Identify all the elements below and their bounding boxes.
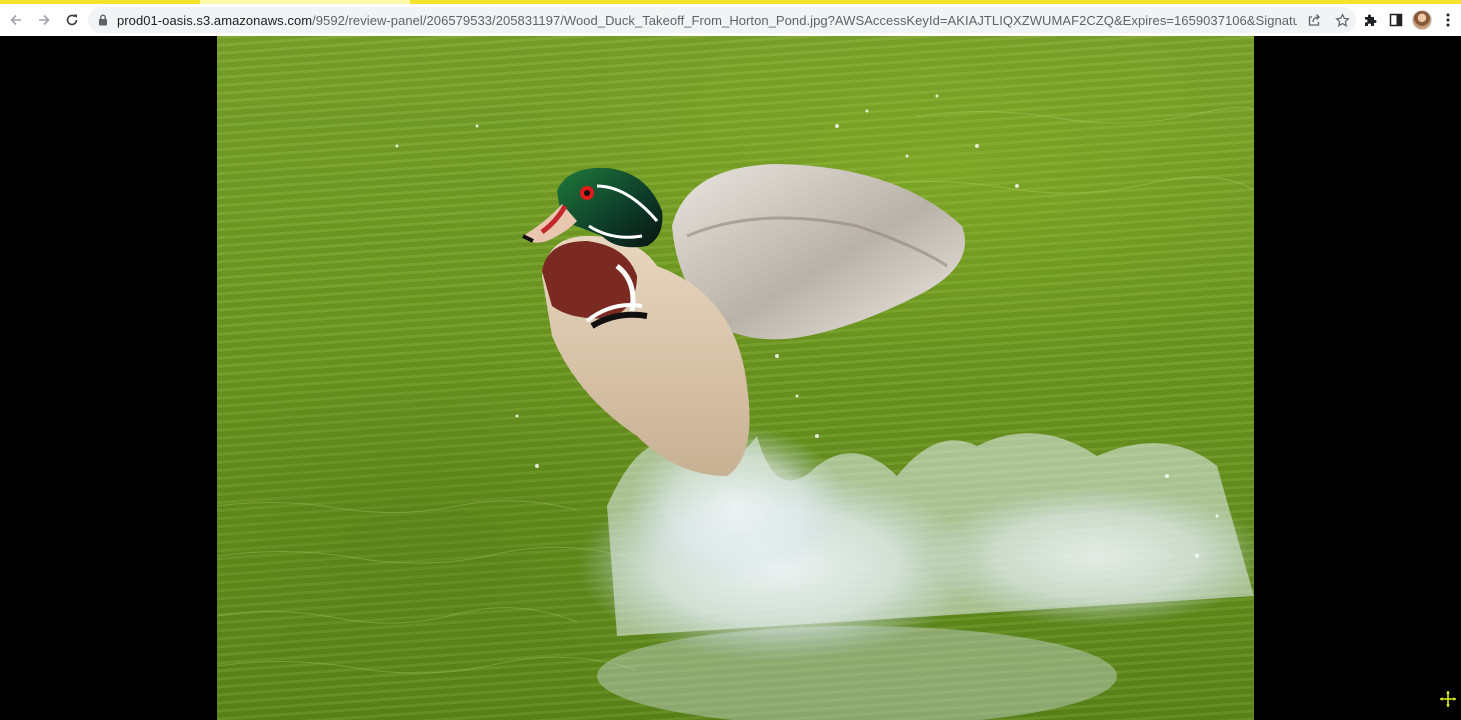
profile-button[interactable] [1409,7,1435,33]
bookmark-button[interactable] [1332,10,1352,30]
image-viewer [0,36,1461,720]
arrow-right-icon [39,14,50,26]
browser-toolbar: prod01-oasis.s3.amazonaws.com/9592/revie… [0,4,1461,37]
wood-duck-photo[interactable] [217,36,1254,720]
puzzle-icon [1364,14,1376,26]
star-icon [1334,12,1350,27]
browser-menu-button[interactable] [1435,7,1461,33]
forward-button[interactable] [31,7,57,33]
kebab-menu-icon [1446,13,1450,27]
url-text[interactable]: prod01-oasis.s3.amazonaws.com/9592/revie… [117,13,1297,28]
share-button[interactable] [1304,10,1324,30]
arrow-left-icon [10,14,21,26]
avatar [1412,10,1432,30]
lock-icon[interactable] [97,13,109,27]
side-panel-button[interactable] [1383,7,1409,33]
share-icon [1308,14,1320,26]
move-cursor-icon [1440,691,1456,707]
reload-icon [66,14,78,26]
address-bar[interactable]: prod01-oasis.s3.amazonaws.com/9592/revie… [88,7,1356,33]
reload-button[interactable] [59,7,85,33]
extensions-button[interactable] [1357,7,1383,33]
url-path: /9592/review-panel/206579533/205831197/W… [312,12,1297,28]
url-host: prod01-oasis.s3.amazonaws.com [117,12,313,28]
back-button[interactable] [3,7,29,33]
side-panel-icon [1389,13,1403,27]
